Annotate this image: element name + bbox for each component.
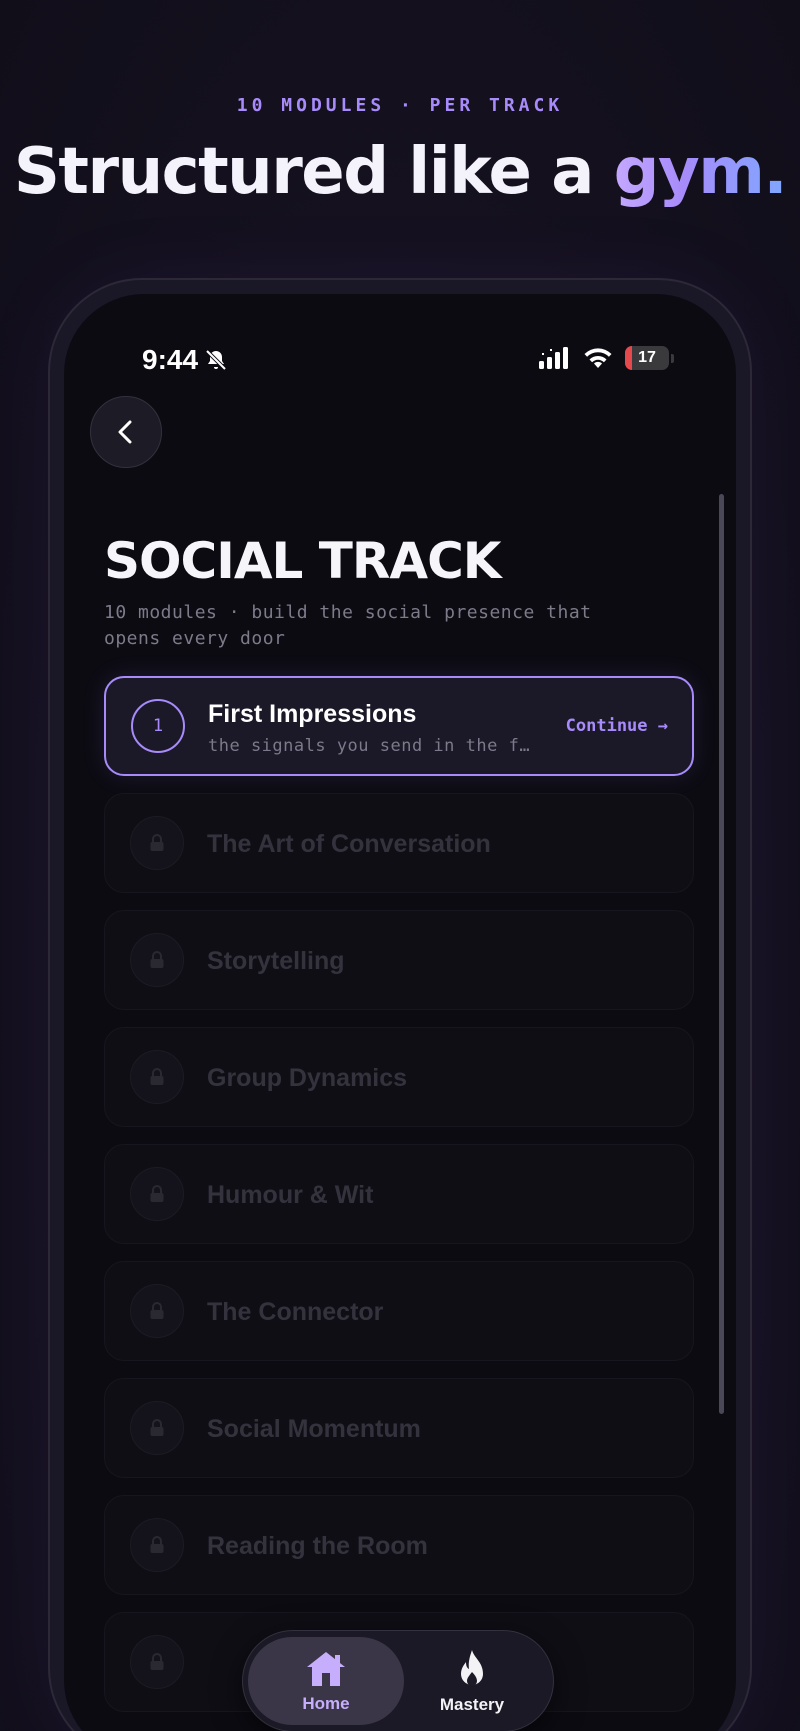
tab-mastery-label: Mastery — [439, 1694, 505, 1714]
lock-icon — [150, 834, 164, 851]
phone-screen: 9:44 17 SOCIAL TRACK 10 modules · build … — [64, 294, 736, 1731]
lock-icon — [150, 1419, 164, 1436]
battery-icon: 17 — [625, 346, 669, 370]
module-title: Humour & Wit — [207, 1181, 374, 1209]
module-title: Group Dynamics — [207, 1064, 408, 1092]
lock-icon — [150, 1302, 164, 1319]
wifi-icon — [584, 348, 612, 368]
status-indicators: 17 — [539, 346, 674, 370]
lock-icon — [150, 1653, 164, 1670]
page-title: SOCIAL TRACK — [104, 532, 502, 590]
bell-slash-icon — [205, 349, 227, 371]
module-card-locked[interactable]: Humour & Wit — [104, 1144, 694, 1244]
status-time: 9:44 — [142, 344, 228, 376]
lock-icon — [150, 951, 164, 968]
module-description: the signals you send in the first second… — [208, 736, 538, 756]
lock-badge — [130, 1167, 184, 1221]
flame-icon — [461, 1649, 483, 1686]
tab-home[interactable]: Home — [248, 1637, 404, 1725]
tab-home-label: Home — [302, 1693, 350, 1713]
battery-level: 17 — [638, 349, 656, 366]
module-card-locked[interactable]: The Art of Conversation — [104, 793, 694, 893]
module-title: The Connector — [207, 1298, 384, 1326]
lock-icon — [150, 1185, 164, 1202]
headline: Structured like a gym. — [0, 135, 800, 209]
page-subtitle: 10 modules · build the social presence t… — [104, 602, 592, 649]
lock-badge — [130, 1635, 184, 1689]
scrollbar[interactable] — [719, 494, 724, 1414]
tab-bar: Home Mastery — [242, 1630, 554, 1731]
lock-badge — [130, 1518, 184, 1572]
cellular-signal-icon — [539, 347, 568, 369]
chevron-left-icon — [118, 420, 132, 444]
lock-icon — [150, 1068, 164, 1085]
lock-badge — [130, 816, 184, 870]
lock-badge — [130, 1284, 184, 1338]
module-card-locked[interactable]: Group Dynamics — [104, 1027, 694, 1127]
lock-icon — [150, 1536, 164, 1553]
module-number: 1 — [152, 716, 164, 736]
module-card-locked[interactable]: The Connector — [104, 1261, 694, 1361]
module-title: First Impressions — [208, 700, 417, 728]
module-card-locked[interactable]: Storytelling — [104, 910, 694, 1010]
headline-accent: gym. — [613, 135, 788, 209]
module-title: Social Momentum — [207, 1415, 421, 1443]
module-title: Storytelling — [207, 947, 345, 975]
battery-tip — [671, 353, 674, 363]
kicker-text: 10 MODULES · PER TRACK — [236, 95, 564, 116]
module-card-locked[interactable]: Social Momentum — [104, 1378, 694, 1478]
lock-badge — [130, 933, 184, 987]
module-number-badge: 1 — [131, 699, 185, 753]
lock-badge — [130, 1401, 184, 1455]
module-card-first-impressions[interactable]: 1 First Impressions the signals you send… — [104, 676, 694, 776]
clock: 9:44 — [142, 344, 199, 375]
module-title: Reading the Room — [207, 1532, 428, 1560]
back-button[interactable] — [90, 396, 162, 468]
headline-main: Structured like a — [13, 135, 614, 209]
module-card-locked[interactable]: Reading the Room — [104, 1495, 694, 1595]
tab-mastery[interactable]: Mastery — [394, 1637, 550, 1725]
lock-badge — [130, 1050, 184, 1104]
module-list: 1 First Impressions the signals you send… — [104, 676, 694, 1729]
module-title: The Art of Conversation — [207, 830, 491, 858]
phone-frame: 9:44 17 SOCIAL TRACK 10 modules · build … — [50, 280, 750, 1731]
home-icon — [307, 1651, 345, 1686]
continue-button[interactable]: Continue → — [566, 716, 668, 736]
